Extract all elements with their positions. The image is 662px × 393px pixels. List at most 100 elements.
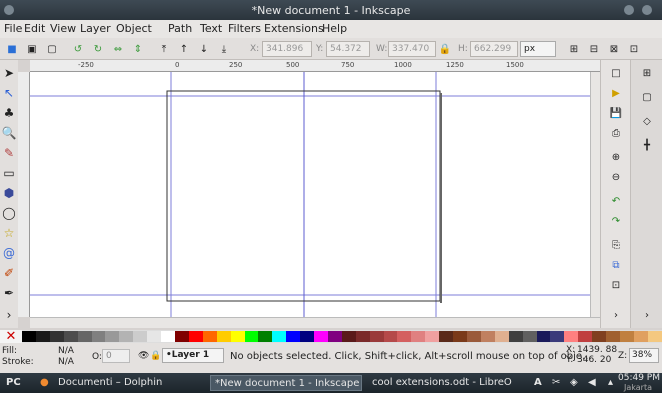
color-swatch[interactable]: [453, 331, 467, 342]
color-swatch[interactable]: [327, 331, 342, 342]
measure-tool-icon[interactable]: ✎: [2, 146, 16, 160]
color-swatch[interactable]: [355, 331, 370, 342]
layer-select[interactable]: •Layer 1: [162, 348, 224, 363]
color-swatch[interactable]: [578, 331, 593, 342]
lower-to-bottom-icon[interactable]: ⤓: [216, 41, 232, 57]
menu-edit[interactable]: Edit: [24, 22, 45, 35]
menu-extensions[interactable]: Extensions: [264, 22, 324, 35]
color-swatch[interactable]: [397, 331, 412, 342]
volume-icon[interactable]: ◀: [584, 375, 598, 391]
color-swatch[interactable]: [619, 331, 634, 342]
spiral-tool-icon[interactable]: @: [2, 246, 16, 260]
color-swatch[interactable]: [272, 331, 287, 342]
color-swatch[interactable]: [49, 331, 64, 342]
ellipse-tool-icon[interactable]: ◯: [2, 206, 16, 220]
vertical-scrollbar[interactable]: [590, 72, 600, 317]
color-swatch[interactable]: [161, 331, 175, 342]
raise-icon[interactable]: ↑: [176, 41, 192, 57]
redo-icon[interactable]: ↷: [609, 214, 623, 228]
color-swatch[interactable]: [105, 331, 120, 342]
color-swatch[interactable]: [147, 331, 162, 342]
color-swatch[interactable]: [369, 331, 384, 342]
rotate-cw-icon[interactable]: ↻: [90, 41, 106, 57]
pencil-tool-icon[interactable]: ✐: [2, 266, 16, 280]
color-swatch[interactable]: [35, 331, 50, 342]
color-swatch[interactable]: [91, 331, 106, 342]
color-swatch[interactable]: [258, 331, 273, 342]
menu-help[interactable]: Help: [322, 22, 347, 35]
color-swatch[interactable]: [633, 331, 648, 342]
color-swatch[interactable]: [230, 331, 245, 342]
3d-box-tool-icon[interactable]: ⬢: [2, 186, 16, 200]
commands-more-icon[interactable]: ›: [609, 308, 623, 322]
color-swatch[interactable]: [564, 331, 579, 342]
layer-visibility-icon[interactable]: 👁: [138, 351, 149, 361]
color-swatch[interactable]: [133, 331, 148, 342]
clone-icon[interactable]: ⊡: [609, 278, 623, 292]
color-swatch[interactable]: [425, 331, 440, 342]
w-field[interactable]: 337.470: [388, 41, 436, 57]
units-select[interactable]: px: [520, 41, 556, 57]
color-swatch[interactable]: [383, 331, 398, 342]
rotate-ccw-icon[interactable]: ↺: [70, 41, 86, 57]
color-swatch[interactable]: [216, 331, 231, 342]
horizontal-scrollbar[interactable]: [30, 317, 600, 328]
menu-view[interactable]: View: [50, 22, 76, 35]
color-swatch[interactable]: [300, 331, 315, 342]
network-icon[interactable]: ◈: [566, 375, 580, 391]
no-paint-icon[interactable]: ✕: [0, 330, 22, 343]
scale-corners-icon[interactable]: ⊟: [586, 41, 602, 57]
h-field[interactable]: 662.299: [470, 41, 518, 57]
task-inkscape[interactable]: *New document 1 - Inkscape: [210, 375, 362, 391]
snap-enable-icon[interactable]: ⊞: [640, 66, 654, 80]
move-patterns-icon[interactable]: ⊡: [626, 41, 642, 57]
task-dolphin[interactable]: Documenti – Dolphin: [54, 375, 204, 391]
color-swatch[interactable]: [174, 331, 189, 342]
opacity-field[interactable]: 0: [102, 349, 130, 363]
maximize-icon[interactable]: [642, 5, 652, 15]
tray-expand-icon[interactable]: ▴: [604, 375, 618, 391]
color-swatch[interactable]: [494, 331, 509, 342]
rectangle-tool-icon[interactable]: ▭: [2, 166, 16, 180]
color-swatch[interactable]: [606, 331, 620, 342]
zoom-field[interactable]: 38%: [629, 348, 659, 363]
flip-horizontal-icon[interactable]: ⇔: [110, 41, 126, 57]
layer-lock-icon[interactable]: 🔒: [150, 351, 161, 361]
keyboard-layout-indicator[interactable]: A: [530, 375, 544, 391]
color-swatch[interactable]: [411, 331, 426, 342]
selector-tool-icon[interactable]: ➤: [2, 66, 16, 80]
y-field[interactable]: 54.372: [326, 41, 370, 57]
flip-vertical-icon[interactable]: ⇕: [130, 41, 146, 57]
color-swatch[interactable]: [63, 331, 78, 342]
color-swatch[interactable]: [647, 331, 662, 342]
duplicate-icon[interactable]: ⧉: [609, 258, 623, 272]
tweak-tool-icon[interactable]: ♣: [2, 106, 16, 120]
lock-icon[interactable]: 🔒: [439, 41, 451, 57]
undo-icon[interactable]: ↶: [609, 194, 623, 208]
clock-time[interactable]: 05:49 PM: [618, 373, 660, 383]
canvas[interactable]: [30, 72, 600, 317]
export-icon[interactable]: ⊖: [609, 170, 623, 184]
color-swatch[interactable]: [341, 331, 356, 342]
color-swatch[interactable]: [480, 331, 495, 342]
import-icon[interactable]: ⊕: [609, 150, 623, 164]
move-gradients-icon[interactable]: ⊠: [606, 41, 622, 57]
zoom-tool-icon[interactable]: 🔍: [2, 126, 17, 140]
color-swatch[interactable]: [550, 331, 565, 342]
color-swatch[interactable]: [22, 331, 36, 342]
color-swatch[interactable]: [467, 331, 481, 342]
snap-guide-icon[interactable]: ╋: [640, 138, 654, 152]
menu-file[interactable]: File: [4, 22, 22, 35]
color-swatch[interactable]: [592, 331, 607, 342]
color-swatch[interactable]: [522, 331, 537, 342]
toolbox-more-icon[interactable]: ›: [2, 308, 16, 322]
deselect-icon[interactable]: ▢: [44, 41, 60, 57]
firefox-icon[interactable]: ●: [36, 375, 50, 391]
minimize-icon[interactable]: [624, 5, 634, 15]
scale-stroke-icon[interactable]: ⊞: [566, 41, 582, 57]
task-libreoffice[interactable]: cool extensions.odt - LibreO: [368, 375, 520, 391]
color-swatch[interactable]: [536, 331, 551, 342]
color-swatch[interactable]: [77, 331, 92, 342]
tools-icon[interactable]: ✂: [548, 375, 562, 391]
color-swatch[interactable]: [286, 331, 301, 342]
